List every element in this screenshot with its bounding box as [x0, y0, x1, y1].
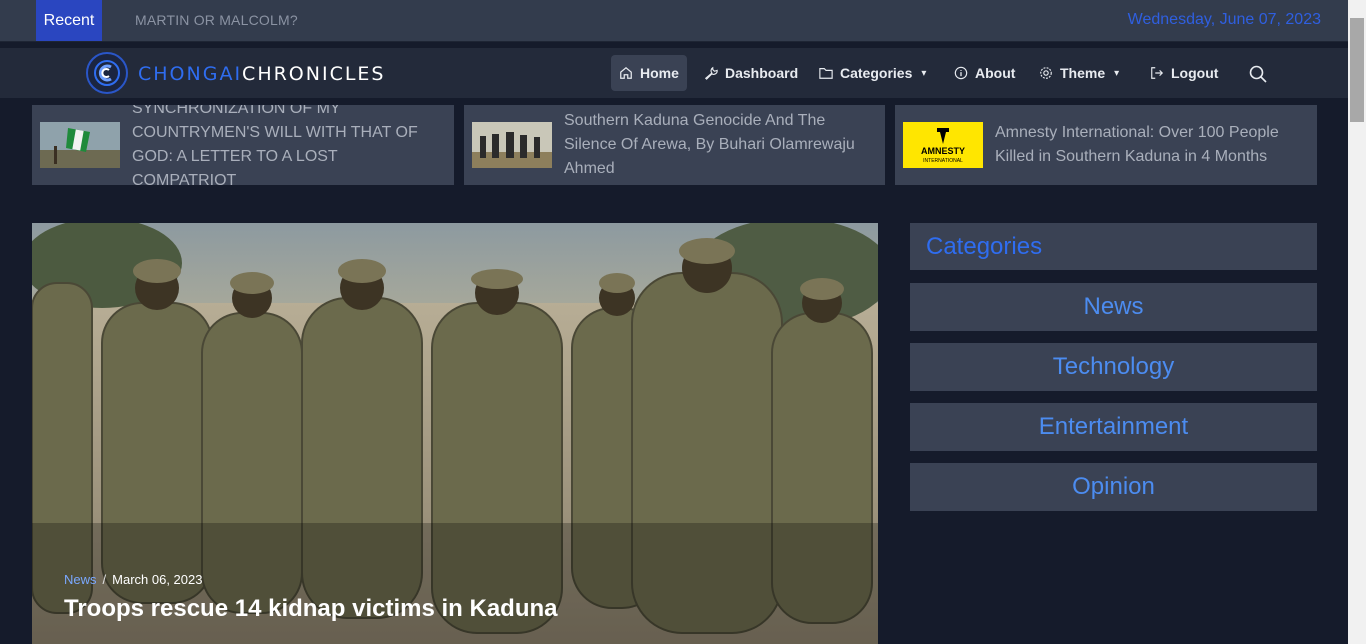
nav-home-label: Home — [640, 65, 679, 81]
wrench-icon — [704, 66, 718, 80]
current-date: Wednesday, June 07, 2023 — [1127, 11, 1321, 28]
site-logo-icon[interactable] — [86, 52, 128, 94]
scrollbar-thumb[interactable] — [1350, 18, 1364, 122]
site-brand[interactable]: CHONGAICHRONICLES — [138, 63, 386, 85]
top-story-card[interactable]: SYNCHRONIZATION OF MY COUNTRYMEN'S WILL … — [32, 105, 454, 185]
sidebar-heading: Categories — [910, 223, 1317, 270]
nav-dashboard-label: Dashboard — [725, 65, 799, 81]
story-thumbnail — [472, 122, 552, 168]
info-icon — [954, 66, 968, 80]
story-title: Southern Kaduna Genocide And The Silence… — [564, 112, 855, 177]
home-icon — [620, 66, 632, 79]
brand-part-2: CHRONICLES — [242, 63, 386, 85]
gear-icon — [1040, 67, 1052, 79]
sidebar-item-technology[interactable]: Technology — [910, 343, 1317, 391]
story-title: SYNCHRONIZATION OF MY COUNTRYMEN'S WILL … — [132, 105, 418, 185]
brand-part-1: CHONGAI — [138, 63, 243, 85]
nav-home[interactable]: Home — [611, 55, 687, 91]
chevron-down-icon: ▾ — [921, 67, 927, 79]
nav-categories[interactable]: Categories ▾ — [811, 55, 934, 91]
amnesty-logo: AMNESTY INTERNATIONAL — [903, 122, 983, 168]
sidebar-item-news[interactable]: News — [910, 283, 1317, 331]
hero-category-link[interactable]: News — [64, 572, 97, 587]
hero-story[interactable]: News / March 06, 2023 Troops rescue 14 kid… — [32, 223, 878, 644]
navbar: CHONGAICHRONICLES Home Dashboard Categor… — [0, 48, 1348, 98]
top-story-card[interactable]: AMNESTY INTERNATIONAL Amnesty Internatio… — [895, 105, 1317, 185]
nav-categories-label: Categories — [840, 65, 913, 81]
meta-separator: / — [102, 572, 107, 587]
ticker-headline[interactable]: MARTIN OR MALCOLM? — [135, 12, 298, 28]
logout-icon — [1151, 67, 1164, 79]
nav-about[interactable]: About — [946, 55, 1023, 91]
top-story-card[interactable]: Southern Kaduna Genocide And The Silence… — [464, 105, 885, 185]
page-scrollbar[interactable] — [1348, 0, 1366, 644]
sidebar-item-entertainment[interactable]: Entertainment — [910, 403, 1317, 451]
nav-logout[interactable]: Logout — [1142, 55, 1226, 91]
recent-badge: Recent — [36, 0, 102, 41]
svg-text:AMNESTY: AMNESTY — [921, 146, 965, 156]
hero-meta: News / March 06, 2023 — [64, 572, 202, 587]
folder-icon — [819, 68, 833, 79]
search-icon[interactable] — [1248, 64, 1268, 84]
ticker-bar: Recent MARTIN OR MALCOLM? Wednesday, Jun… — [0, 0, 1348, 42]
story-thumbnail — [40, 122, 120, 168]
hero-date: March 06, 2023 — [112, 572, 203, 587]
sidebar-item-opinion[interactable]: Opinion — [910, 463, 1317, 511]
nav-about-label: About — [975, 65, 1016, 81]
story-title: Amnesty International: Over 100 People K… — [995, 124, 1279, 165]
nav-logout-label: Logout — [1171, 65, 1219, 81]
svg-text:INTERNATIONAL: INTERNATIONAL — [923, 158, 963, 164]
nav-theme[interactable]: Theme ▾ — [1031, 55, 1127, 91]
nav-theme-label: Theme — [1060, 65, 1106, 81]
chevron-down-icon: ▾ — [1114, 67, 1120, 79]
nav-dashboard[interactable]: Dashboard — [696, 55, 806, 91]
hero-title[interactable]: Troops rescue 14 kidnap victims in Kadun… — [64, 595, 558, 623]
